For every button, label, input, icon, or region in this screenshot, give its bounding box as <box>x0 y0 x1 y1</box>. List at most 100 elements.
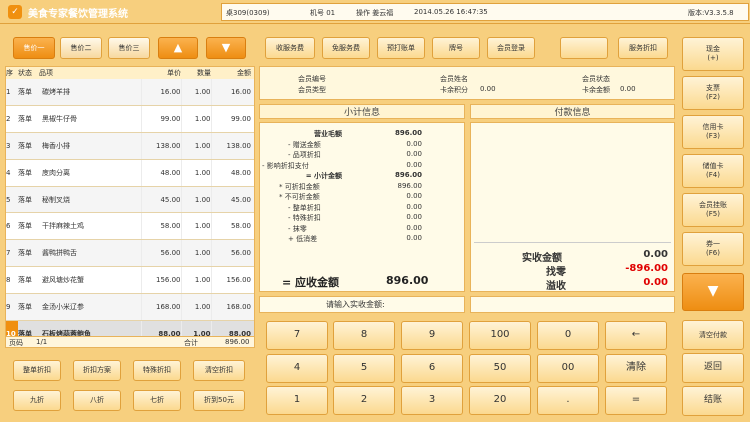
service-fee-button[interactable]: 收服务费 <box>265 37 315 59</box>
table-row[interactable]: 6 落单 干拌麻辣土鸡 58.00 1.00 58.00 <box>6 212 254 241</box>
subtotal-line-label: - 整单折扣 <box>288 203 321 212</box>
keypad-key[interactable]: 6 <box>401 354 463 383</box>
row-price: 138.00 <box>140 132 181 160</box>
back-button[interactable]: 返回 <box>682 353 744 383</box>
row-index: 8 <box>6 266 18 294</box>
row-index: 7 <box>6 239 18 268</box>
table-row[interactable]: 9 落单 金汤小米辽参 168.00 1.00 168.00 <box>6 293 254 321</box>
row-price: 56.00 <box>140 239 181 268</box>
row-qty: 1.00 <box>180 105 211 134</box>
scroll-down-button[interactable]: ▼ <box>206 37 246 59</box>
keypad-key[interactable]: 00 <box>537 354 599 383</box>
table-row[interactable]: 8 落单 避风塘炒花蟹 156.00 1.00 156.00 <box>6 266 254 294</box>
payment-method-button[interactable]: 会员挂账 (F5) <box>682 193 744 227</box>
keypad-key[interactable]: 9 <box>401 321 463 350</box>
payment-method-button[interactable]: 信用卡 (F3) <box>682 115 744 149</box>
subtotal-line-label: - 抹零 <box>288 224 307 233</box>
subtotal-line: - 抹零 0.00 <box>262 224 432 235</box>
ninety-percent-button[interactable]: 九折 <box>13 390 61 411</box>
table-row[interactable]: 5 落单 秘制叉烧 45.00 1.00 45.00 <box>6 186 254 214</box>
service-discount-button[interactable]: 服务折扣 <box>618 37 668 59</box>
row-status: 落单 <box>18 212 39 241</box>
table-row[interactable]: 4 落单 庋肉分离 48.00 1.00 48.00 <box>6 159 254 187</box>
price-two-button[interactable]: 售价二 <box>60 37 102 59</box>
table-tag-button[interactable]: 牌号 <box>432 37 480 59</box>
payment-header: 付款信息 <box>470 104 675 119</box>
keypad-key[interactable]: 4 <box>266 354 328 383</box>
points-label: 卡余积分 <box>440 86 468 94</box>
price-three-button[interactable]: 售价三 <box>108 37 150 59</box>
row-item: 避风塘炒花蟹 <box>39 266 141 294</box>
whole-order-discount-button[interactable]: 整单折扣 <box>13 360 61 381</box>
member-no-label: 会员编号 <box>298 75 326 83</box>
keypad-key[interactable]: 7 <box>266 321 328 350</box>
amount-input[interactable] <box>470 296 675 313</box>
due-amount: 896.00 <box>386 274 429 287</box>
keypad-key[interactable]: 0 <box>537 321 599 350</box>
keypad-key[interactable]: 清除 <box>605 354 667 383</box>
keypad-key[interactable]: = <box>605 386 667 415</box>
table-row[interactable]: 2 落单 黑椒牛仔骨 99.00 1.00 99.00 <box>6 105 254 134</box>
keypad-key[interactable]: 1 <box>266 386 328 415</box>
payment-method-button[interactable]: 支票 (F2) <box>682 76 744 110</box>
clear-payment-button[interactable]: 清空付款 <box>682 320 744 350</box>
row-index: 1 <box>6 79 18 107</box>
col-status: 状态 <box>18 69 32 77</box>
blank-button[interactable] <box>560 37 608 59</box>
keypad-key[interactable]: 20 <box>469 386 531 415</box>
payment-method-button[interactable]: 现金 (+) <box>682 37 744 71</box>
total-label: 合计 <box>184 339 198 347</box>
scroll-up-button[interactable]: ▲ <box>158 37 198 59</box>
row-index: 5 <box>6 186 18 214</box>
keypad-key[interactable]: ← <box>605 321 667 350</box>
checkout-button[interactable]: 结账 <box>682 386 744 416</box>
special-discount-button[interactable]: 特殊折扣 <box>133 360 181 381</box>
member-login-button[interactable]: 会员登录 <box>487 37 535 59</box>
row-qty: 1.00 <box>180 132 211 160</box>
subtotal-lines: 营业毛额 896.00 - 赠送金额 0.00 - 品项折扣 0.00 - 影响折扣支付 0.… <box>262 129 432 245</box>
price-one-button[interactable]: 售价一 <box>13 37 55 59</box>
subtotal-line: 营业毛额 896.00 <box>262 129 432 140</box>
clear-discount-button[interactable]: 清空折扣 <box>193 360 245 381</box>
payment-method-key: (F5) <box>706 210 720 218</box>
eighty-percent-button[interactable]: 八折 <box>73 390 121 411</box>
subtotal-line-value: 0.00 <box>406 139 422 148</box>
subtotal-header: 小计信息 <box>259 104 465 119</box>
app-logo-icon: ✓ <box>8 5 22 19</box>
subtotal-line-label: * 不可折金额 <box>279 193 320 201</box>
keypad-key[interactable]: 2 <box>333 386 395 415</box>
row-qty: 1.00 <box>180 212 211 241</box>
subtotal-line: * 可折扣金额 896.00 <box>262 182 432 193</box>
received-label: 实收金额 <box>522 253 562 264</box>
keypad-key[interactable]: 3 <box>401 386 463 415</box>
row-status: 落单 <box>18 186 39 214</box>
balance-label: 卡余金额 <box>582 86 610 94</box>
discount-plan-button[interactable]: 折扣方案 <box>73 360 121 381</box>
payment-method-button[interactable]: 储值卡 (F4) <box>682 154 744 188</box>
keypad-key[interactable]: . <box>537 386 599 415</box>
due-label: = 应收金额 <box>282 276 340 289</box>
datetime-info: 2014.05.26 16:47:35 <box>414 8 488 16</box>
table-row[interactable]: 1 落单 碳烤羊排 16.00 1.00 16.00 <box>6 79 254 107</box>
discount-to-50-button[interactable]: 折到50元 <box>193 390 245 411</box>
row-price: 156.00 <box>140 266 181 294</box>
payment-method-key: (F4) <box>706 171 720 179</box>
col-index: 序 <box>6 69 13 77</box>
seventy-percent-button[interactable]: 七折 <box>133 390 181 411</box>
table-row[interactable]: 3 落单 梅香小排 138.00 1.00 138.00 <box>6 132 254 160</box>
row-amount: 16.00 <box>210 79 254 107</box>
keypad-key[interactable]: 50 <box>469 354 531 383</box>
table-row[interactable]: 7 落单 酱鸭拼鸭舌 56.00 1.00 56.00 <box>6 239 254 268</box>
overpay-amount: 0.00 <box>643 277 668 288</box>
keypad-key[interactable]: 5 <box>333 354 395 383</box>
subtotal-line-label: = 小计金额 <box>305 172 342 180</box>
keypad-key[interactable]: 8 <box>333 321 395 350</box>
methods-scroll-down-button[interactable]: ▼ <box>682 273 744 311</box>
payment-method-button[interactable]: 券一 (F6) <box>682 232 744 266</box>
subtotal-line: = 小计金额 896.00 <box>262 171 432 182</box>
col-item: 品项 <box>39 69 53 77</box>
payment-method-label: 券一 <box>706 240 720 249</box>
waive-service-fee-button[interactable]: 免服务费 <box>322 37 370 59</box>
pre-bill-button[interactable]: 预打账单 <box>377 37 425 59</box>
keypad-key[interactable]: 100 <box>469 321 531 350</box>
